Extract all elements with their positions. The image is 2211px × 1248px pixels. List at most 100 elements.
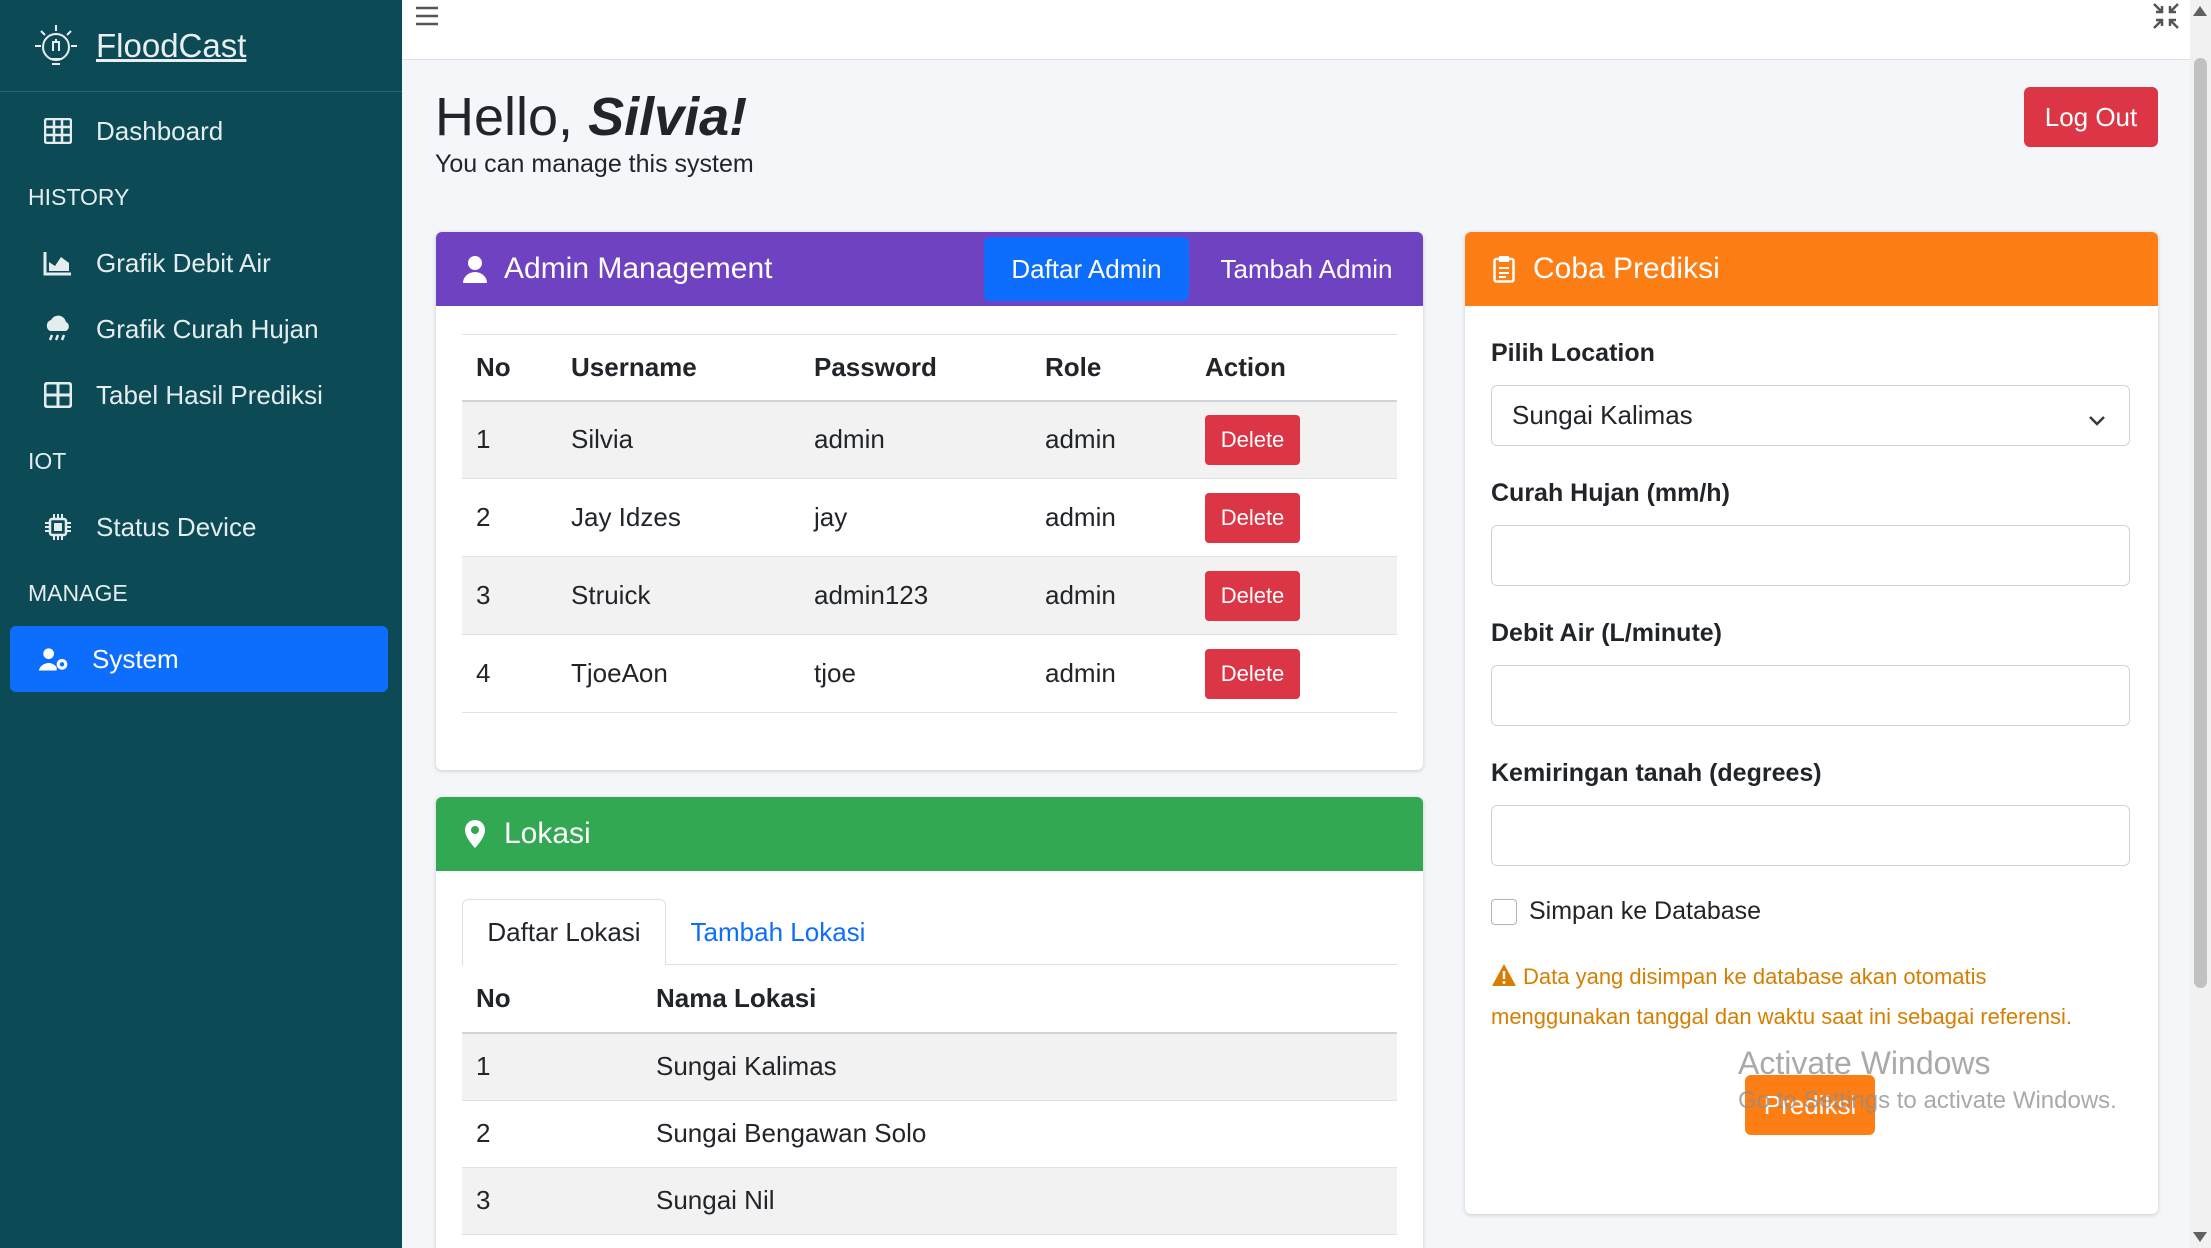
user-icon bbox=[460, 254, 490, 284]
prediksi-card-header: Coba Prediksi bbox=[1465, 232, 2158, 306]
admin-table: No Username Password Role Action 1 Silvi… bbox=[462, 334, 1397, 713]
warning-triangle-icon bbox=[1491, 960, 1517, 986]
user-gear-icon bbox=[38, 643, 70, 675]
admin-card-title: Admin Management bbox=[504, 252, 773, 285]
lokasi-card: Lokasi Daftar Lokasi Tambah Lokasi No Na… bbox=[436, 797, 1423, 1248]
logout-button[interactable]: Log Out bbox=[2024, 87, 2158, 147]
cell-no: 3 bbox=[462, 556, 557, 635]
cell-password: jay bbox=[800, 478, 1031, 557]
scroll-up-arrow-icon[interactable] bbox=[2193, 6, 2207, 16]
delete-button[interactable]: Delete bbox=[1205, 648, 1300, 699]
activate-windows-watermark: Activate Windows bbox=[1738, 1045, 1991, 1081]
cell-action: Delete bbox=[1191, 634, 1397, 713]
tab-daftar-lokasi[interactable]: Daftar Lokasi bbox=[462, 899, 666, 966]
cell-no: 2 bbox=[462, 478, 557, 557]
table-row: 2 Jay Idzes jay admin Delete bbox=[462, 478, 1397, 557]
cell-username: Jay Idzes bbox=[557, 478, 800, 557]
table-grid-icon bbox=[42, 115, 74, 147]
cell-nama-lokasi: Sungai Bengawan Solo bbox=[642, 1100, 1397, 1168]
column-header: Role bbox=[1031, 334, 1191, 402]
brand-name[interactable]: FloodCast bbox=[96, 27, 246, 65]
cell-nama-lokasi: Sungai Kalimas bbox=[642, 1033, 1397, 1101]
column-header: Action bbox=[1191, 334, 1397, 402]
cpu-chip-icon bbox=[42, 511, 74, 543]
debit-air-input[interactable] bbox=[1491, 665, 2130, 726]
tab-tambah-lokasi[interactable]: Tambah Lokasi bbox=[666, 899, 890, 966]
table-row: 2 Sungai Bengawan Solo bbox=[462, 1100, 1397, 1168]
cell-role: admin bbox=[1031, 478, 1191, 557]
sidebar-item-tabel-hasil-prediksi[interactable]: Tabel Hasil Prediksi bbox=[0, 362, 402, 428]
location-select[interactable]: Sungai Kalimas bbox=[1491, 385, 2130, 446]
map-pin-icon bbox=[460, 819, 490, 849]
activate-windows-subtext: Go to Settings to activate Windows. bbox=[1738, 1087, 2117, 1114]
scroll-down-arrow-icon[interactable] bbox=[2193, 1232, 2207, 1242]
cell-action: Delete bbox=[1191, 556, 1397, 635]
sidebar-item-dashboard[interactable]: Dashboard bbox=[0, 98, 402, 164]
greeting-user-name: Silvia! bbox=[588, 87, 748, 147]
kemiringan-input[interactable] bbox=[1491, 805, 2130, 866]
area-chart-icon bbox=[42, 247, 74, 279]
cell-username: Silvia bbox=[557, 400, 800, 479]
brand[interactable]: FloodCast bbox=[0, 0, 402, 92]
greeting-hello: Hello, bbox=[435, 87, 589, 147]
sidebar-item-label: System bbox=[92, 643, 179, 674]
sidebar: FloodCast Dashboard HISTORY Grafik Debit… bbox=[0, 0, 402, 1248]
curah-hujan-input[interactable] bbox=[1491, 525, 2130, 586]
cell-password: admin bbox=[800, 400, 1031, 479]
column-header: Username bbox=[557, 334, 800, 402]
sidebar-item-label: Dashboard bbox=[96, 115, 224, 146]
cell-no: 1 bbox=[462, 1033, 642, 1101]
page-scrollbar[interactable] bbox=[2190, 0, 2211, 1248]
scrollbar-thumb[interactable] bbox=[2194, 58, 2207, 988]
column-header: No bbox=[462, 334, 557, 402]
fullscreen-compress-icon[interactable] bbox=[2152, 2, 2180, 30]
cell-nama-lokasi: Sungai Nil bbox=[642, 1167, 1397, 1235]
lokasi-tabs: Daftar Lokasi Tambah Lokasi bbox=[462, 899, 1397, 966]
location-label: Pilih Location bbox=[1491, 339, 1655, 367]
cell-password: tjoe bbox=[800, 634, 1031, 713]
column-header: Nama Lokasi bbox=[642, 965, 1397, 1034]
table-row: 3 Sungai Nil bbox=[462, 1167, 1397, 1235]
tab-daftar-admin[interactable]: Daftar Admin bbox=[984, 237, 1189, 301]
simpan-database-checkbox[interactable] bbox=[1491, 899, 1517, 925]
cell-username: Struick bbox=[557, 556, 800, 635]
sidebar-item-grafik-debit-air[interactable]: Grafik Debit Air bbox=[0, 230, 402, 296]
topbar bbox=[402, 0, 2190, 60]
table-row: 1 Sungai Kalimas bbox=[462, 1033, 1397, 1101]
debit-air-label: Debit Air (L/minute) bbox=[1491, 619, 1723, 647]
delete-button[interactable]: Delete bbox=[1205, 492, 1300, 543]
curah-hujan-label: Curah Hujan (mm/h) bbox=[1491, 479, 1730, 507]
cell-role: admin bbox=[1031, 400, 1191, 479]
tab-tambah-admin[interactable]: Tambah Admin bbox=[1204, 237, 1409, 301]
sidebar-item-system[interactable]: System bbox=[10, 626, 388, 692]
page-title: Hello, Silvia! bbox=[435, 86, 747, 148]
delete-button[interactable]: Delete bbox=[1205, 414, 1300, 465]
warning-text: Data yang disimpan ke database akan otom… bbox=[1491, 964, 2072, 1029]
hamburger-menu-icon[interactable] bbox=[414, 4, 442, 30]
column-header: No bbox=[462, 965, 642, 1034]
cell-action: Delete bbox=[1191, 478, 1397, 557]
prediksi-card-title: Coba Prediksi bbox=[1533, 252, 1720, 285]
cell-role: admin bbox=[1031, 556, 1191, 635]
cell-no: 4 bbox=[462, 634, 557, 713]
kemiringan-label: Kemiringan tanah (degrees) bbox=[1491, 759, 1822, 787]
table-row: 3 Struick admin123 admin Delete bbox=[462, 556, 1397, 635]
cell-password: admin123 bbox=[800, 556, 1031, 635]
sidebar-item-grafik-curah-hujan[interactable]: Grafik Curah Hujan bbox=[0, 296, 402, 362]
admin-management-card: Admin Management Daftar Admin Tambah Adm… bbox=[436, 232, 1423, 770]
table-row: 1 Silvia admin admin Delete bbox=[462, 400, 1397, 479]
sidebar-header-manage: MANAGE bbox=[28, 579, 128, 606]
cell-action: Delete bbox=[1191, 400, 1397, 479]
sidebar-header-history: HISTORY bbox=[28, 183, 130, 210]
admin-card-header: Admin Management Daftar Admin Tambah Adm… bbox=[436, 232, 1423, 306]
cell-no: 1 bbox=[462, 400, 557, 479]
cell-role: admin bbox=[1031, 634, 1191, 713]
sidebar-item-status-device[interactable]: Status Device bbox=[0, 494, 402, 560]
sidebar-item-label: Tabel Hasil Prediksi bbox=[96, 379, 323, 410]
cell-username: TjoeAon bbox=[557, 634, 800, 713]
delete-button[interactable]: Delete bbox=[1205, 570, 1300, 621]
simpan-database-label[interactable]: Simpan ke Database bbox=[1529, 897, 1761, 926]
cell-no: 2 bbox=[462, 1100, 642, 1168]
table-row: 4 TjoeAon tjoe admin Delete bbox=[462, 634, 1397, 713]
table-icon bbox=[42, 379, 74, 411]
